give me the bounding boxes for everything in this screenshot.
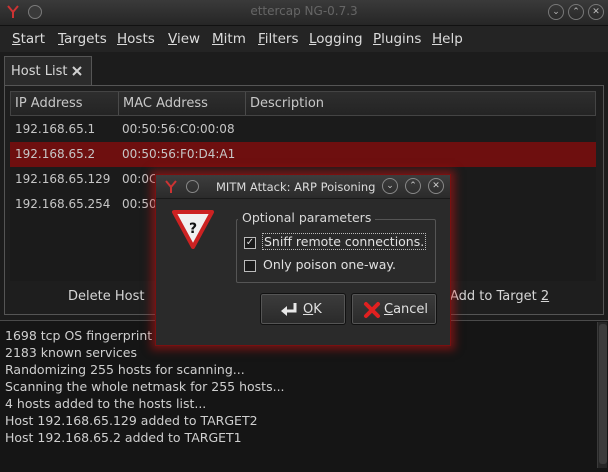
mitm-arp-dialog: MITM Attack: ARP Poisoning ⌄ ⌃ ✕ ? Optio… [155,174,451,346]
dialog-titlebar[interactable]: MITM Attack: ARP Poisoning ⌄ ⌃ ✕ [156,175,450,199]
menu-start[interactable]: Start [12,31,45,47]
log-line: 1698 tcp OS fingerprint [5,328,153,343]
ok-label: OK [303,302,322,317]
checkbox-unchecked[interactable] [244,260,256,272]
checkbox-label: Sniff remote connections. [261,233,427,250]
checkbox-checked[interactable]: ✓ [244,237,256,249]
window-title: ettercap NG-0.7.3 [250,4,358,18]
column-ip-address[interactable]: IP Address [11,92,119,115]
menu-targets[interactable]: Targets [58,31,107,47]
log-line: Host 192.168.65.2 added to TARGET1 [5,430,242,445]
minimize-icon[interactable]: ⌄ [382,178,398,194]
warning-question-icon: ? [172,210,214,249]
log-line: Randomizing 255 hosts for scanning... [5,362,245,377]
cell-mac: 00:50:56:F0:D4:A1 [122,147,236,161]
log-scrollbar[interactable] [597,322,607,468]
log-line: Host 192.168.65.129 added to TARGET2 [5,413,258,428]
table-header: IP Address MAC Address Description [10,91,596,116]
menubar: Start Targets Hosts View Mitm Filters Lo… [0,26,608,52]
optional-parameters-group [236,219,436,283]
maximize-icon[interactable]: ⌃ [568,4,584,20]
add-to-target2-button[interactable]: Add to Target 2 [450,284,549,310]
menu-mitm[interactable]: Mitm [212,31,246,47]
log-line: 4 hosts added to the hosts list... [5,396,207,411]
menu-logging[interactable]: Logging [309,31,363,47]
table-row[interactable]: 192.168.65.1 00:50:56:C0:00:08 [10,117,596,142]
close-dialog-icon[interactable]: ✕ [428,178,444,194]
cell-ip: 192.168.65.129 [15,172,111,186]
dialog-menu-button[interactable] [186,180,199,193]
menu-filters[interactable]: Filters [258,31,298,47]
menu-plugins[interactable]: Plugins [373,31,421,47]
delete-host-button[interactable]: Delete Host [68,284,144,310]
log-line: 2183 known services [5,345,138,360]
column-mac-address[interactable]: MAC Address [119,92,246,115]
cell-ip: 192.168.65.1 [15,122,96,136]
enter-arrow-icon [281,303,297,316]
red-x-icon [364,302,380,318]
maximize-icon[interactable]: ⌃ [405,178,421,194]
menu-view[interactable]: View [168,31,200,47]
menu-hosts[interactable]: Hosts [117,31,155,47]
cell-ip: 192.168.65.2 [15,147,96,161]
log-line: Scanning the whole netmask for 255 hosts… [5,379,285,394]
scrollbar-thumb[interactable] [599,324,607,464]
checkbox-label: Only poison one-way. [263,257,396,272]
menu-help[interactable]: Help [432,31,463,47]
cancel-label: Cancel [384,302,429,317]
ok-button[interactable]: OK [260,293,346,325]
dialog-title: MITM Attack: ARP Poisoning [216,180,376,194]
cancel-button[interactable]: Cancel [351,293,437,325]
ettercap-logo-icon [165,180,177,193]
table-row-selected[interactable]: 192.168.65.2 00:50:56:F0:D4:A1 [10,142,596,167]
cell-mac: 00:50:56:C0:00:08 [122,122,235,136]
group-title: Optional parameters [238,210,376,225]
tab-host-list-label: Host List [11,64,68,79]
column-description[interactable]: Description [246,92,595,115]
cell-mac: 00:0C [122,172,158,186]
cell-mac: 00:50 [122,197,157,211]
cell-ip: 192.168.65.254 [15,197,111,211]
close-icon[interactable] [71,65,83,77]
minimize-icon[interactable]: ⌄ [548,4,564,20]
window-titlebar[interactable]: ettercap NG-0.7.3 ⌄ ⌃ ✕ [0,0,608,26]
tab-host-list[interactable]: Host List [4,56,92,86]
close-window-icon[interactable]: ✕ [588,4,604,20]
svg-text:?: ? [189,221,197,237]
